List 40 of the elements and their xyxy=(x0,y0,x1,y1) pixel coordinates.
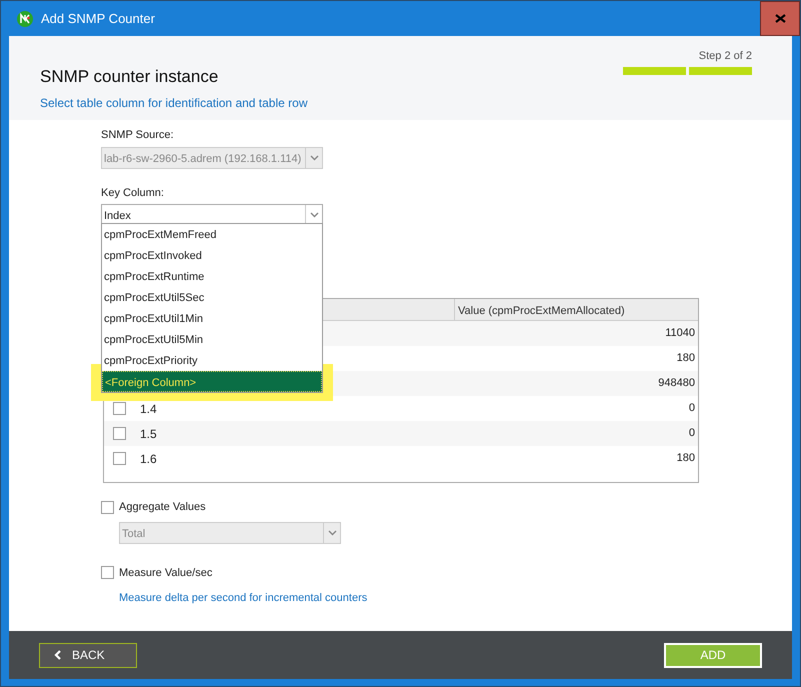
table-cell-text: 1.5 xyxy=(140,426,158,442)
checkbox[interactable] xyxy=(113,402,126,415)
checkbox[interactable] xyxy=(101,566,114,580)
table-cell-text: 180 xyxy=(676,451,696,466)
chevron-down-icon xyxy=(310,154,318,160)
window-title: Add SNMP Counter xyxy=(41,10,155,28)
table-cell-text: 0 xyxy=(688,401,696,416)
chevron-left-icon xyxy=(54,650,62,660)
close-icon xyxy=(774,14,786,23)
step-indicator: Step 2 of 2 xyxy=(698,49,752,64)
dropdown-option[interactable]: cpmProcExtUtil5Sec xyxy=(102,287,322,308)
table-cell-text: 1.4 xyxy=(140,400,158,418)
checkbox[interactable] xyxy=(101,500,114,514)
chevron-down-icon xyxy=(328,530,336,536)
table-cell-text: 1.6 xyxy=(140,450,158,468)
page-subtitle: Select table column for identification and table row xyxy=(40,94,308,112)
dropdown-option[interactable]: <Foreign Column> xyxy=(102,371,322,392)
checkbox[interactable] xyxy=(113,452,126,465)
column-header: Value (cpmProcExtMemAllocated) xyxy=(457,304,626,319)
checkbox[interactable] xyxy=(113,427,126,440)
checkbox-label: Aggregate Values xyxy=(119,500,206,515)
table-cell-text: 180 xyxy=(676,351,696,366)
table-cell-text: 948480 xyxy=(658,376,696,392)
checkbox-label: Measure Value/sec xyxy=(119,566,212,580)
dropdown-option[interactable]: cpmProcExtRuntime xyxy=(102,266,322,287)
dropdown-option[interactable]: cpmProcExtInvoked xyxy=(102,245,322,266)
back-button[interactable]: BACK xyxy=(39,642,137,668)
dropdown-option[interactable]: cpmProcExtUtil1Min xyxy=(102,308,322,329)
dropdown-option[interactable]: cpmProcExtMemFreed xyxy=(102,224,322,245)
app-logo-icon xyxy=(17,11,33,28)
dropdown-option[interactable]: cpmProcExtUtil5Min xyxy=(102,329,322,350)
field-label: SNMP Source: xyxy=(101,128,175,143)
page-title: SNMP counter instance xyxy=(40,66,220,88)
table-cell-text: 11040 xyxy=(665,326,696,342)
table-cell-text: 0 xyxy=(688,426,696,442)
hint-text: Measure delta per second for incremental counters xyxy=(119,591,368,606)
chevron-down-icon xyxy=(310,212,318,218)
field-label: Key Column: xyxy=(101,186,165,200)
close-button[interactable] xyxy=(760,1,800,36)
dropdown-option[interactable]: cpmProcExtPriority xyxy=(102,350,322,371)
